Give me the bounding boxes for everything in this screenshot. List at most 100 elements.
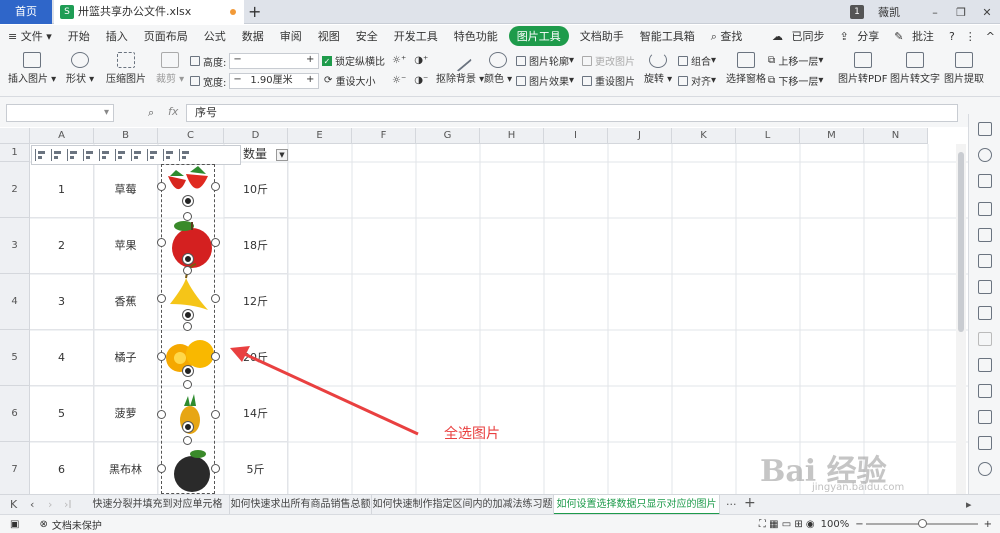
column-header-m[interactable]: M bbox=[800, 128, 864, 144]
resize-handle[interactable] bbox=[157, 294, 166, 303]
menu-item-review[interactable]: 审阅 bbox=[272, 28, 310, 44]
column-header-c[interactable]: C bbox=[158, 128, 224, 144]
cell-b5[interactable]: 橘子 bbox=[94, 330, 158, 386]
zoom-level[interactable]: 100% bbox=[821, 519, 850, 530]
resize-handle[interactable] bbox=[211, 352, 220, 361]
distribute-horizontal-icon[interactable] bbox=[131, 149, 144, 161]
share-pane-icon[interactable] bbox=[978, 332, 992, 346]
sheet-tab-active[interactable]: 如何设置选择数据只显示对应的图片 bbox=[554, 495, 720, 515]
change-picture-button[interactable]: 更改图片 bbox=[582, 53, 635, 68]
zoom-formula-icon[interactable]: ⌕ bbox=[148, 106, 154, 120]
cell-a5[interactable]: 4 bbox=[30, 330, 94, 386]
sync-status[interactable]: ☁ 已同步 bbox=[767, 28, 835, 44]
column-header-d[interactable]: D bbox=[224, 128, 288, 144]
row-header-1[interactable]: 1 bbox=[0, 144, 30, 162]
cell-d3[interactable]: 18斤 bbox=[224, 218, 288, 274]
help-icon[interactable]: ? bbox=[944, 30, 960, 43]
column-header-n[interactable]: N bbox=[864, 128, 928, 144]
rotate-button[interactable]: 旋转 ▾ bbox=[644, 52, 672, 85]
brightness-down-icon[interactable]: ☼⁻ bbox=[392, 75, 406, 86]
zoom-slider[interactable] bbox=[866, 519, 978, 528]
first-sheet-icon[interactable]: K bbox=[10, 498, 17, 511]
row-header-7[interactable]: 7 bbox=[0, 442, 30, 494]
resize-handle[interactable] bbox=[157, 410, 166, 419]
lock-ratio-checkbox[interactable]: ✓ 锁定纵横比 bbox=[322, 53, 385, 68]
search-button[interactable]: ⌕ 查找 bbox=[703, 28, 751, 44]
rotate-handle-icon[interactable] bbox=[183, 310, 193, 320]
resize-handle[interactable] bbox=[157, 238, 166, 247]
rotate-handle-icon[interactable] bbox=[183, 366, 193, 376]
height-input[interactable]: − + bbox=[229, 53, 320, 69]
contrast-icon[interactable]: ◑⁺ bbox=[414, 55, 428, 66]
row-header-6[interactable]: 6 bbox=[0, 386, 30, 442]
column-header-i[interactable]: I bbox=[544, 128, 608, 144]
picture-to-pdf-button[interactable]: 图片转PDF bbox=[838, 52, 887, 85]
select-all-corner[interactable] bbox=[0, 128, 30, 144]
distribute-vertical-icon[interactable] bbox=[147, 149, 160, 161]
cell-a7[interactable]: 6 bbox=[30, 442, 94, 494]
user-name[interactable]: 薇凯 bbox=[878, 4, 900, 20]
cell-b7[interactable]: 黑布林 bbox=[94, 442, 158, 494]
align-top-icon[interactable] bbox=[83, 149, 96, 161]
align-left-icon[interactable] bbox=[35, 149, 48, 161]
resize-handle[interactable] bbox=[211, 238, 220, 247]
menu-item-view[interactable]: 视图 bbox=[310, 28, 348, 44]
compress-picture-button[interactable]: 压缩图片 bbox=[106, 52, 146, 85]
insert-picture-button[interactable]: 插入图片 ▾ bbox=[8, 52, 56, 85]
name-box[interactable]: ▾ bbox=[6, 104, 114, 122]
cursor-icon[interactable] bbox=[978, 122, 992, 136]
picture-effect-button[interactable]: 图片效果 ▾ bbox=[516, 73, 574, 88]
scroll-thumb[interactable] bbox=[958, 152, 964, 332]
clock-icon[interactable] bbox=[978, 462, 992, 476]
shape-pane-icon[interactable] bbox=[978, 148, 992, 162]
zoom-in-icon[interactable]: + bbox=[984, 519, 992, 530]
crop-button[interactable]: 裁剪 ▾ bbox=[156, 52, 184, 85]
menu-item-doc-assistant[interactable]: 文档助手 bbox=[572, 28, 632, 44]
reset-size-button[interactable]: ⟳ 重设大小 bbox=[324, 73, 376, 88]
color-button[interactable]: 颜色 ▾ bbox=[484, 52, 512, 85]
formula-input[interactable]: 序号 bbox=[186, 104, 958, 122]
resize-handle[interactable] bbox=[211, 294, 220, 303]
new-tab-button[interactable]: + bbox=[248, 2, 261, 21]
align-right-icon[interactable] bbox=[67, 149, 80, 161]
align-more-icon[interactable] bbox=[179, 149, 192, 161]
cell-b3[interactable]: 苹果 bbox=[94, 218, 158, 274]
zoom-out-icon[interactable]: − bbox=[855, 519, 863, 530]
pivot-icon[interactable] bbox=[978, 228, 992, 242]
menu-item-start[interactable]: 开始 bbox=[60, 28, 98, 44]
column-header-g[interactable]: G bbox=[416, 128, 480, 144]
cell-a4[interactable]: 3 bbox=[30, 274, 94, 330]
width-increase[interactable]: + bbox=[306, 73, 314, 87]
menu-item-special[interactable]: 特色功能 bbox=[446, 28, 506, 44]
height-decrease[interactable]: − bbox=[233, 53, 241, 67]
minimize-icon[interactable]: – bbox=[922, 6, 948, 19]
protect-status[interactable]: 文档未保护 bbox=[52, 517, 102, 532]
menu-item-insert[interactable]: 插入 bbox=[98, 28, 136, 44]
row-header-2[interactable]: 2 bbox=[0, 162, 30, 218]
column-header-f[interactable]: F bbox=[352, 128, 416, 144]
column-header-l[interactable]: L bbox=[736, 128, 800, 144]
bring-forward-button[interactable]: ⧉ 上移一层 ▾ bbox=[768, 53, 823, 68]
filter-dropdown-icon[interactable]: ▼ bbox=[276, 149, 288, 161]
picture-to-text-button[interactable]: 图片转文字 bbox=[890, 52, 940, 85]
row-header-5[interactable]: 5 bbox=[0, 330, 30, 386]
column-header-e[interactable]: E bbox=[288, 128, 352, 144]
sheet-tab[interactable]: 快速分裂并填充到对应单元格 bbox=[86, 495, 230, 515]
collapse-ribbon-icon[interactable]: ^ bbox=[981, 30, 1000, 43]
close-icon[interactable]: ✕ bbox=[974, 6, 1000, 19]
vertical-scrollbar[interactable] bbox=[956, 144, 966, 494]
fx-icon[interactable]: fx bbox=[168, 105, 178, 118]
height-increase[interactable]: + bbox=[306, 53, 314, 67]
resize-handle[interactable] bbox=[157, 464, 166, 473]
group-button[interactable]: 组合 ▾ bbox=[678, 53, 716, 68]
last-sheet-icon[interactable]: ›I bbox=[64, 498, 72, 511]
rotate-handle-icon[interactable] bbox=[183, 196, 193, 206]
more-icon[interactable]: ⋮ bbox=[960, 30, 981, 43]
settings-sliders-icon[interactable] bbox=[978, 306, 992, 320]
sheet-tab[interactable]: 如何快速制作指定区间内的加减法练习题 bbox=[372, 495, 554, 515]
file-tab[interactable]: S 卅篮共享办公文件.xlsx bbox=[54, 0, 244, 24]
grid-pane-icon[interactable] bbox=[978, 254, 992, 268]
reset-picture-button[interactable]: 重设图片 bbox=[582, 73, 635, 88]
scroll-right-icon[interactable]: ▸ bbox=[966, 498, 972, 511]
notification-count[interactable]: 1 bbox=[850, 5, 864, 19]
